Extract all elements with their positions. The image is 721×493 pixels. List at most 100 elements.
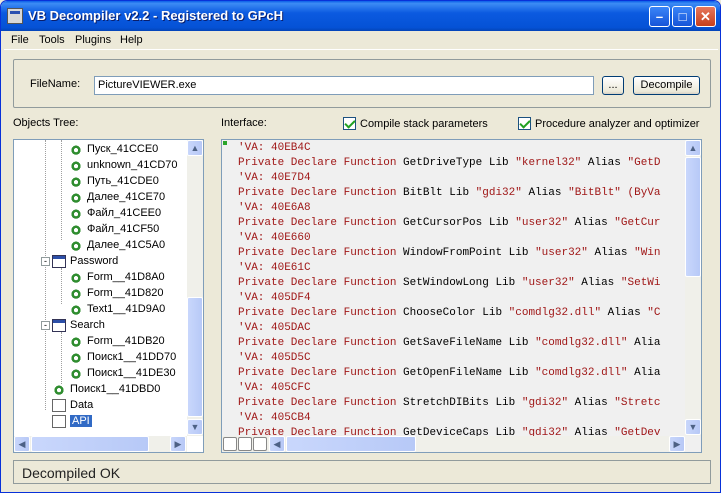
tree-item[interactable]: Путь_41CDE0 [69, 173, 159, 189]
code-va-line: 'VA: 405D5C [238, 351, 311, 366]
gear-icon [69, 334, 83, 348]
decl-name: ChooseColor Lib [396, 307, 509, 319]
code-scroll-up-icon[interactable]: ▲ [685, 140, 701, 156]
tree-hscroll-thumb[interactable] [31, 436, 149, 452]
filename-label: FileName: [30, 78, 81, 90]
tree-item[interactable]: API [52, 413, 92, 429]
decl-keyword: Private Declare Function [238, 367, 397, 379]
decompile-button[interactable]: Decompile [633, 76, 700, 95]
tree-item[interactable]: Поиск1__41DBD0 [52, 381, 160, 397]
decl-name: GetCursorPos Lib [396, 217, 516, 229]
compile-stack-checkbox[interactable] [343, 117, 356, 130]
objects-tree[interactable]: Пуск_41CCE0 unknown_41CD70 Путь_41CDE0 Дале… [13, 139, 204, 453]
code-scroll-down-icon[interactable]: ▼ [685, 419, 701, 435]
tree-item-label: Поиск1__41DE30 [87, 367, 176, 379]
view-mode-3-icon[interactable] [253, 437, 267, 451]
code-va-line: 'VA: 405CFC [238, 381, 311, 396]
tree-item[interactable]: Файл_41CEE0 [69, 205, 161, 221]
code-va-line: 'VA: 405CB4 [238, 411, 311, 426]
minimize-button[interactable]: – [649, 6, 670, 27]
tree-item-label: Text1__41D9A0 [87, 303, 166, 315]
code-va-line: 'VA: 40E7D4 [238, 171, 311, 186]
tree-item[interactable]: Пуск_41CCE0 [69, 141, 158, 157]
status-text: Decompiled OK [22, 465, 121, 481]
scroll-right-icon[interactable]: ▶ [170, 436, 186, 452]
decl-lib: "gdi32" [475, 187, 522, 199]
decl-alias: "GetD [627, 157, 661, 169]
filename-panel: FileName: PictureVIEWER.exe ... Decompil… [13, 59, 711, 108]
app-icon[interactable] [7, 8, 23, 24]
decl-name: GetDriveType Lib [396, 157, 516, 169]
tree-item-label: Путь_41CDE0 [87, 175, 159, 187]
menu-plugins[interactable]: Plugins [75, 34, 111, 46]
menu-tools[interactable]: Tools [39, 34, 65, 46]
code-declare-line: Private Declare Function GetCursorPos Li… [238, 216, 661, 231]
view-mode-2-icon[interactable] [238, 437, 252, 451]
tree-item[interactable]: Form__41DB20 [69, 333, 165, 349]
decl-name: GetOpenFileName Lib [396, 367, 536, 379]
code-va-line: 'VA: 40E61C [238, 261, 311, 276]
tree-item[interactable]: Search [52, 317, 105, 333]
tree-item[interactable]: Password [52, 253, 118, 269]
va-comment: 'VA: 405DAC [238, 322, 311, 334]
tree-item[interactable]: Поиск1__41DD70 [69, 349, 176, 365]
interface-code-view[interactable]: 'VA: 40EB4C Private Declare Function GetD… [221, 139, 702, 453]
gear-icon [69, 142, 83, 156]
gear-icon [69, 350, 83, 364]
scroll-up-icon[interactable]: ▲ [187, 140, 203, 156]
maximize-button[interactable]: □ [672, 6, 693, 27]
main-window: VB Decompiler v2.2 - Registered to GPcH … [0, 0, 721, 493]
code-hscroll-thumb[interactable] [286, 436, 416, 452]
scroll-left-icon[interactable]: ◀ [14, 436, 30, 452]
tree-scroll-thumb[interactable] [187, 297, 203, 417]
decl-keyword: Private Declare Function [238, 307, 397, 319]
gear-icon [69, 174, 83, 188]
tree-item-label: Далее_41C5A0 [87, 239, 166, 251]
code-scroll-right-icon[interactable]: ▶ [669, 436, 685, 452]
procedure-analyzer-checkbox[interactable] [518, 117, 531, 130]
decl-alias: "Win [634, 247, 661, 259]
tree-item[interactable]: Form__41D820 [69, 285, 163, 301]
gear-icon [69, 206, 83, 220]
scroll-down-icon[interactable]: ▼ [187, 419, 203, 435]
tree-item[interactable]: unknown_41CD70 [69, 157, 178, 173]
tree-item[interactable]: Form__41D8A0 [69, 269, 165, 285]
code-va-line: 'VA: 40E6A8 [238, 201, 311, 216]
va-comment: 'VA: 40E6A8 [238, 202, 311, 214]
tree-item[interactable]: Файл_41CF50 [69, 221, 159, 237]
code-scroll-thumb[interactable] [685, 157, 701, 277]
tree-item-label: Password [70, 255, 119, 267]
tree-item[interactable]: Text1__41D9A0 [69, 301, 165, 317]
tree-item-label: Файл_41CF50 [87, 223, 160, 235]
menu-file[interactable]: File [11, 34, 29, 46]
tree-connector [45, 140, 46, 410]
browse-button[interactable]: ... [602, 76, 624, 95]
tree-item[interactable]: Далее_41CE70 [69, 189, 165, 205]
close-button[interactable]: ✕ [695, 6, 716, 27]
decl-lib: "comdlg32.dll" [535, 337, 628, 349]
decl-lib: "user32" [515, 217, 569, 229]
gear-icon [69, 190, 83, 204]
title-bar[interactable]: VB Decompiler v2.2 - Registered to GPcH … [1, 1, 720, 31]
tree-item[interactable]: Далее_41C5A0 [69, 237, 165, 253]
collapse-search-icon[interactable]: - [41, 321, 50, 330]
decl-alias: "C [647, 307, 661, 319]
decl-alias-keyword: Alias [587, 247, 635, 259]
code-scroll-left-icon[interactable]: ◀ [269, 436, 285, 452]
tree-item[interactable]: Data [52, 397, 93, 413]
decl-alias-keyword: Alias [568, 217, 615, 229]
tree-item-label: Поиск1__41DD70 [87, 351, 177, 363]
tree-item-label: unknown_41CD70 [87, 159, 178, 171]
tree-item[interactable]: Поиск1__41DE30 [69, 365, 176, 381]
code-declare-line: Private Declare Function BitBlt Lib "gdi… [238, 186, 661, 201]
filename-input[interactable]: PictureVIEWER.exe [94, 76, 594, 95]
tree-connector [61, 332, 62, 384]
tree-connector [61, 268, 62, 304]
decl-alias: "Stretc [614, 397, 661, 409]
collapse-password-icon[interactable]: - [41, 257, 50, 266]
code-va-line: 'VA: 405DAC [238, 321, 311, 336]
menu-help[interactable]: Help [120, 34, 143, 46]
view-mode-1-icon[interactable] [223, 437, 237, 451]
decl-keyword: Private Declare Function [238, 247, 397, 259]
code-declare-line: Private Declare Function WindowFromPoint… [238, 246, 661, 261]
